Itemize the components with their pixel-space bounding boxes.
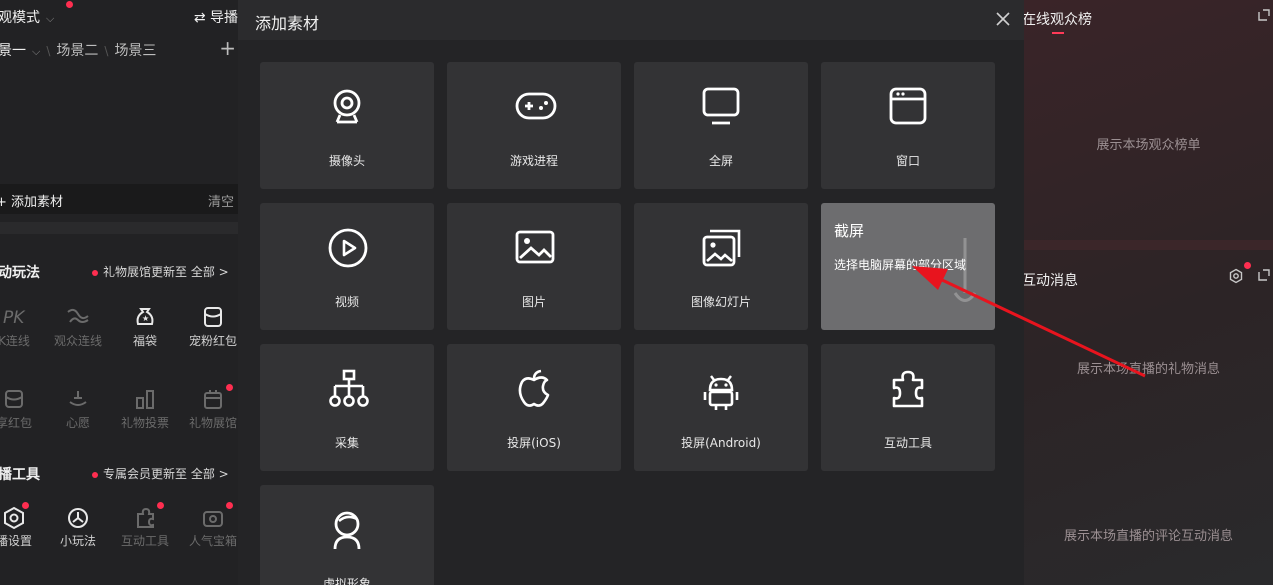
left-panel: 观模式 ⌵ ⇄ 导播 景一 ⌵ \ 场景二 \ 场景三 + + 添加素材 清空 动玩法 礼物… (0, 0, 238, 585)
popout-icon[interactable] (1257, 8, 1271, 22)
scene-tab-2[interactable]: 场景二 (56, 43, 98, 59)
tile-fullscreen[interactable]: 全屏 (634, 62, 808, 189)
tile-cast-ios[interactable]: 投屏(iOS) (447, 344, 621, 471)
notification-dot (66, 1, 73, 8)
material-bar: + 添加素材 清空 (0, 184, 238, 214)
tile-camera[interactable]: 摄像头 (260, 62, 434, 189)
slideshow-icon (701, 227, 741, 267)
gamepad-icon (514, 86, 557, 126)
tile-cast-android[interactable]: 投屏(Android) (634, 344, 808, 471)
apple-icon (514, 368, 554, 408)
dialog-header: 添加素材 (238, 0, 1024, 40)
capture-icon (327, 368, 369, 408)
section-title-interactive: 动玩法 (0, 265, 40, 281)
puzzle-icon (888, 368, 928, 408)
settings-icon[interactable] (1228, 268, 1244, 284)
settings-icon (0, 502, 48, 532)
scene-tab-1[interactable]: 景一 (0, 43, 26, 59)
scene-separator: \ (46, 44, 51, 58)
screenshot-icon (953, 238, 977, 302)
svg-text:PK: PK (3, 308, 26, 328)
play-icon (327, 227, 368, 268)
add-scene-button[interactable]: + (219, 36, 236, 60)
comment-empty-text: 展示本场直播的评论互动消息 (1063, 529, 1233, 544)
section-divider (1024, 240, 1273, 250)
avatar-icon (327, 509, 367, 550)
mode-label: 观模式 (0, 10, 40, 26)
camera-icon (327, 86, 367, 126)
image-icon (514, 227, 555, 267)
close-icon[interactable] (992, 8, 1014, 30)
audience-link-icon (44, 302, 112, 332)
svg-text:★: ★ (142, 314, 149, 323)
section-title-tools: 播工具 (0, 467, 40, 483)
tile-slideshow[interactable]: 图像幻灯片 (634, 203, 808, 330)
add-material-button[interactable]: + 添加素材 (0, 191, 63, 210)
monitor-icon (701, 86, 741, 126)
tool-stream-settings[interactable]: 播设置 (0, 502, 48, 549)
treasure-icon (179, 502, 238, 532)
left-top-bar: 观模式 ⌵ ⇄ 导播 (0, 0, 238, 32)
popout-icon[interactable] (1257, 268, 1271, 282)
tile-screenshot-label: 截屏 (834, 222, 865, 240)
tile-image[interactable]: 图片 (447, 203, 621, 330)
tool-audience-link[interactable]: 观众连线 (44, 302, 112, 349)
tile-game-process[interactable]: 游戏进程 (447, 62, 621, 189)
scene-tabs: 景一 ⌵ \ 场景二 \ 场景三 (0, 40, 156, 60)
lucky-bag-icon: ★ (111, 302, 179, 332)
share-packet-icon (0, 384, 48, 414)
mode-selector[interactable]: 观模式 ⌵ (0, 7, 54, 27)
wish-icon (44, 384, 112, 414)
tools-update-note[interactable]: 专属会员更新至 全部 > (92, 465, 229, 482)
tile-capture[interactable]: 采集 (260, 344, 434, 471)
chevron-down-icon: ⌵ (46, 12, 55, 25)
clear-button[interactable]: 清空 (208, 191, 234, 210)
tool-fan-red-packet[interactable]: 宠粉红包 (179, 302, 238, 349)
add-material-dialog: 添加素材 摄像头 游戏进程 全屏 窗口 视频 图片 图像幻灯片 截屏 选择电脑屏… (238, 0, 1024, 585)
notification-dot (1244, 262, 1251, 269)
right-panel: 在线观众榜 展示本场观众榜单 互动消息 展示本场直播的礼物消息 展示本场直播的评… (1024, 0, 1273, 585)
android-icon (701, 368, 741, 410)
audience-rank-title[interactable]: 在线观众榜 (1024, 9, 1092, 29)
audience-empty-text: 展示本场观众榜单 (1096, 138, 1201, 153)
tab-underline (1052, 32, 1064, 34)
tool-gift-hall[interactable]: 礼物展馆 (179, 384, 238, 431)
tile-virtual-avatar[interactable]: 虚拟形象 (260, 485, 434, 585)
tool-interactive[interactable]: 互动工具 (111, 502, 179, 549)
tile-interactive-tool[interactable]: 互动工具 (821, 344, 995, 471)
tool-pk-link[interactable]: PK K连线 (0, 302, 48, 349)
tool-share-packet[interactable]: 享红包 (0, 384, 48, 431)
tool-mini-game[interactable]: 小玩法 (44, 502, 112, 549)
red-dot (92, 471, 98, 478)
gift-hall-icon (179, 384, 238, 414)
gift-vote-icon (111, 384, 179, 414)
divider (0, 222, 238, 234)
tile-video[interactable]: 视频 (260, 203, 434, 330)
tile-screenshot[interactable]: 截屏 选择电脑屏幕的部分区域 (821, 203, 995, 330)
dialog-title: 添加素材 (255, 14, 320, 33)
tile-window[interactable]: 窗口 (821, 62, 995, 189)
gift-empty-text: 展示本场直播的礼物消息 (1076, 362, 1220, 377)
red-dot (92, 269, 98, 276)
tool-gift-vote[interactable]: 礼物投票 (111, 384, 179, 431)
mini-game-icon (44, 502, 112, 532)
scene-separator: \ (104, 44, 109, 58)
messages-title: 互动消息 (1024, 273, 1078, 289)
tool-wish[interactable]: 心愿 (44, 384, 112, 431)
pk-icon: PK (0, 302, 48, 332)
tool-treasure[interactable]: 人气宝箱 (179, 502, 238, 549)
tool-lucky-bag[interactable]: ★ 福袋 (111, 302, 179, 349)
window-icon (888, 86, 928, 126)
scene-tab-3[interactable]: 场景三 (114, 43, 156, 59)
red-packet-icon (179, 302, 238, 332)
guide-button[interactable]: ⇄ 导播 (194, 7, 238, 27)
interactive-update-note[interactable]: 礼物展馆更新至 全部 > (92, 263, 229, 280)
chevron-down-icon[interactable]: ⌵ (32, 45, 40, 58)
puzzle-icon (111, 502, 179, 532)
